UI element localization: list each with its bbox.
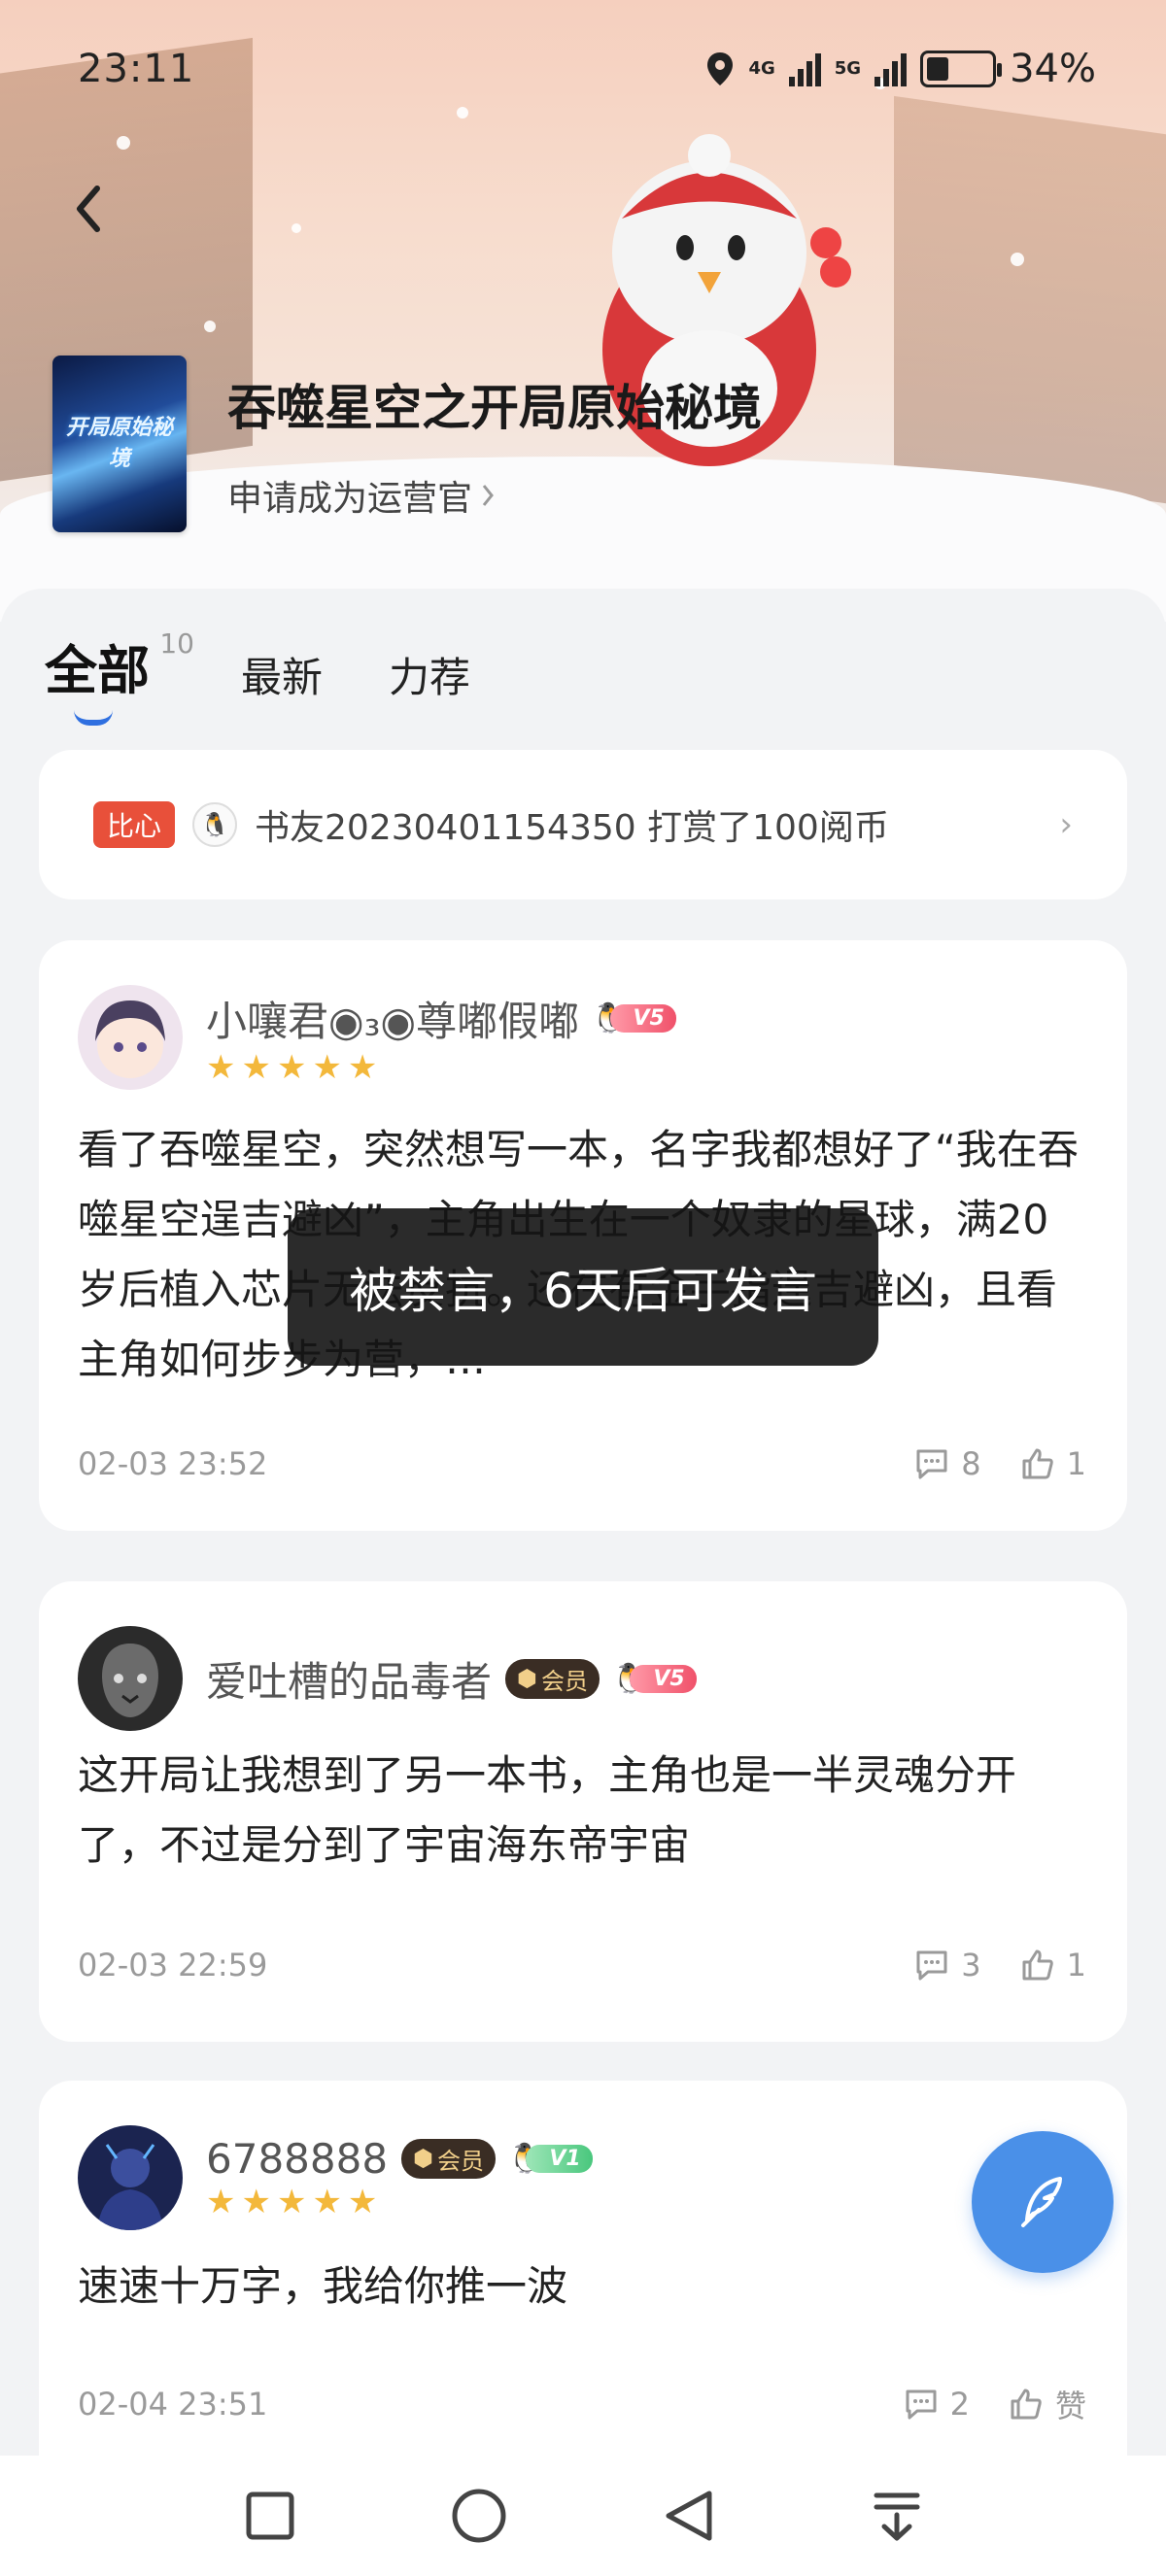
review-date: 02-03 23:52 bbox=[78, 1445, 268, 1482]
tab-latest-label: 最新 bbox=[241, 654, 324, 701]
level-badge: 🐧 V1 bbox=[507, 2142, 593, 2176]
battery-percent: 34% bbox=[1010, 47, 1096, 91]
tab-latest[interactable]: 最新 bbox=[241, 645, 323, 704]
circle-icon bbox=[452, 2489, 505, 2543]
like-count: 1 bbox=[1066, 1445, 1086, 1482]
comment-count: 8 bbox=[961, 1445, 981, 1482]
member-badge: ⬢ 会员 bbox=[401, 2138, 497, 2179]
status-bar: 23:11 4G 5G 34% bbox=[0, 39, 1166, 107]
apply-operator-link[interactable]: 申请成为运营官 bbox=[227, 470, 496, 521]
review-date: 02-03 22:59 bbox=[78, 1947, 268, 1983]
home-button[interactable] bbox=[445, 2482, 513, 2550]
pulldown-icon bbox=[874, 2492, 919, 2541]
chevron-right-icon bbox=[482, 485, 494, 506]
comment-count: 2 bbox=[949, 2386, 970, 2423]
thumbs-up-icon bbox=[1022, 1949, 1053, 1981]
level-badge-label: V5 bbox=[630, 1664, 697, 1693]
gift-text: 书友20230401154350 打赏了100阅币 bbox=[255, 808, 889, 848]
comment-icon bbox=[906, 2390, 937, 2420]
square-icon bbox=[246, 2491, 293, 2540]
member-badge-label: 会员 bbox=[437, 2147, 485, 2175]
system-nav-bar bbox=[0, 2456, 1166, 2576]
gift-user-avatar: 🐧 bbox=[192, 802, 238, 847]
level-badge-label: V5 bbox=[609, 1003, 676, 1033]
tab-all-label: 全部 bbox=[45, 640, 150, 701]
feather-pen-icon bbox=[1021, 2177, 1062, 2227]
comment-icon bbox=[916, 1950, 947, 1981]
gift-notice[interactable]: 比心 🐧 书友20230401154350 打赏了100阅币 › bbox=[39, 750, 1127, 899]
book-cover-title: 开局原始秘境 bbox=[65, 416, 173, 471]
back-button[interactable] bbox=[654, 2482, 722, 2550]
member-badge: ⬢ 会员 bbox=[505, 1658, 600, 1699]
member-badge-label: 会员 bbox=[540, 1667, 588, 1695]
book-cover[interactable]: 开局原始秘境 bbox=[52, 356, 187, 532]
user-name[interactable]: 6788888 bbox=[206, 2135, 388, 2183]
status-time: 23:11 bbox=[78, 47, 195, 91]
user-avatar[interactable] bbox=[78, 1626, 183, 1731]
thumbs-up-icon bbox=[1022, 1448, 1053, 1479]
rating-stars: ★★★★★ bbox=[206, 1047, 384, 1087]
tab-bar: 全部 10 最新 力荐 bbox=[45, 627, 536, 726]
user-avatar[interactable] bbox=[78, 2125, 183, 2230]
comment-button[interactable]: 3 bbox=[914, 1947, 981, 1983]
review-text: 速速十万字，我给你推一波 bbox=[78, 2262, 568, 2310]
user-name[interactable]: 爱吐槽的品毒者 bbox=[206, 1649, 492, 1709]
review-card[interactable]: 爱吐槽的品毒者 ⬢ 会员 🐧 V5 这开局让我想到了另一本书，主角也是一半灵魂分… bbox=[39, 1581, 1127, 2042]
thumbs-up-icon bbox=[1011, 2389, 1042, 2420]
banner-building-right bbox=[894, 95, 1166, 507]
recent-apps-button[interactable] bbox=[236, 2482, 304, 2550]
network-type-1: 4G bbox=[748, 58, 775, 79]
member-shield-icon: ⬢ bbox=[413, 2145, 434, 2172]
triangle-back-icon bbox=[666, 2491, 711, 2541]
notification-pulldown-button[interactable] bbox=[863, 2482, 931, 2550]
member-shield-icon: ⬢ bbox=[517, 1665, 537, 1692]
tab-recommended-label: 力荐 bbox=[389, 654, 471, 701]
user-name[interactable]: 小嚷君◉₃◉尊嘟假嘟 bbox=[206, 989, 579, 1048]
gift-badge: 比心 bbox=[93, 801, 176, 848]
level-badge: 🐧 V5 bbox=[611, 1662, 697, 1696]
level-badge: 🐧 V5 bbox=[591, 1001, 676, 1035]
battery-icon bbox=[920, 51, 1003, 87]
like-button[interactable]: 1 bbox=[1020, 1947, 1086, 1983]
tab-all[interactable]: 全部 10 bbox=[45, 627, 194, 726]
signal-icon-2 bbox=[874, 51, 908, 86]
back-arrow-icon[interactable] bbox=[64, 175, 113, 243]
muted-toast: 被禁言，6天后可发言 bbox=[288, 1208, 878, 1366]
location-icon bbox=[707, 52, 734, 85]
network-type-2: 5G bbox=[834, 58, 862, 79]
level-badge-label: V1 bbox=[526, 2144, 593, 2173]
rating-stars: ★★★★★ bbox=[206, 2182, 384, 2221]
book-title: 吞噬星空之开局原始秘境 bbox=[227, 380, 762, 436]
comment-button[interactable]: 8 bbox=[914, 1445, 981, 1482]
tab-all-count: 10 bbox=[159, 627, 194, 660]
like-button[interactable]: 赞 bbox=[1009, 2382, 1086, 2426]
chevron-right-icon: › bbox=[1059, 805, 1073, 844]
review-text: 这开局让我想到了另一本书，主角也是一半灵魂分开了，不过是分到了宇宙海东帝宇宙 bbox=[78, 1751, 1017, 1869]
apply-operator-label: 申请成为运营官 bbox=[227, 479, 473, 519]
tab-recommended[interactable]: 力荐 bbox=[389, 645, 470, 704]
comment-count: 3 bbox=[961, 1947, 981, 1983]
like-label: 赞 bbox=[1054, 2388, 1086, 2424]
signal-icon bbox=[788, 51, 821, 86]
comments-panel: 全部 10 最新 力荐 比心 🐧 书友20230401154350 打赏了100… bbox=[0, 589, 1166, 2576]
header-banner: 23:11 4G 5G 34% 开局原始秘境 吞噬星空之开局原始秘境 申请成为运… bbox=[0, 0, 1166, 622]
comment-icon bbox=[916, 1449, 947, 1479]
like-count: 1 bbox=[1066, 1947, 1086, 1983]
like-button[interactable]: 1 bbox=[1020, 1445, 1086, 1482]
comment-button[interactable]: 2 bbox=[904, 2386, 970, 2423]
review-date: 02-04 23:51 bbox=[78, 2386, 268, 2423]
user-avatar[interactable] bbox=[78, 985, 183, 1090]
write-comment-button[interactable] bbox=[972, 2131, 1114, 2273]
